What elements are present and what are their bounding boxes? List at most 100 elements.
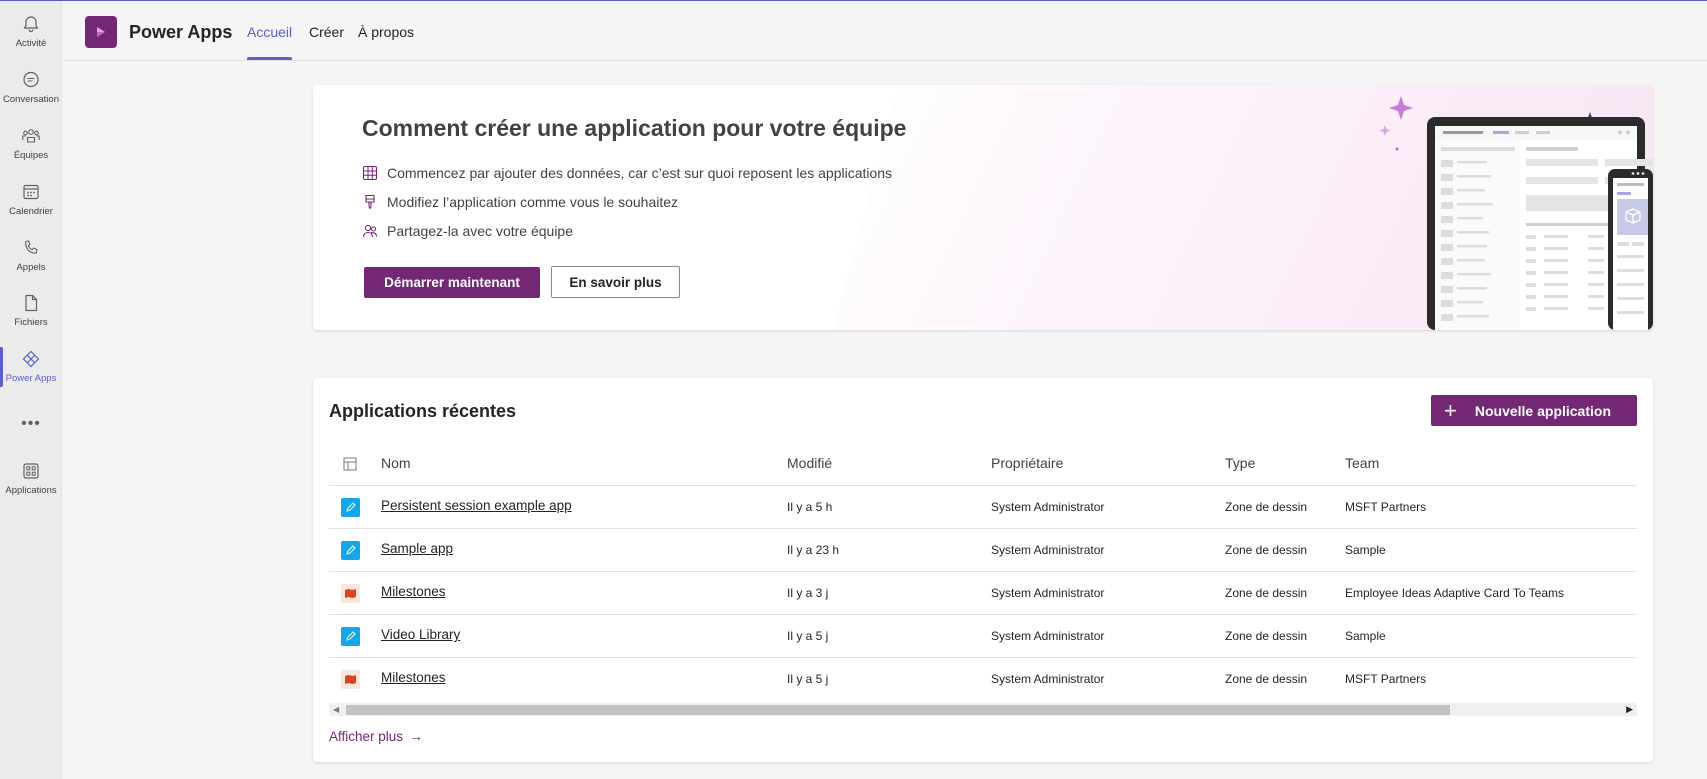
- app-team: Employee Ideas Adaptive Card To Teams: [1345, 586, 1565, 600]
- column-header-owner[interactable]: Propriétaire: [991, 455, 1063, 471]
- bell-icon: [23, 16, 39, 33]
- rail-item-label: Fichiers: [14, 317, 48, 328]
- scroll-left-arrow-icon[interactable]: ◀: [333, 705, 339, 714]
- rail-item-teams[interactable]: Équipes: [0, 118, 62, 170]
- app-name-link[interactable]: Milestones: [381, 670, 446, 685]
- plus-icon: +: [1444, 397, 1457, 423]
- rail-item-applications[interactable]: Applications: [0, 453, 62, 505]
- app-modified: Il y a 3 j: [787, 586, 829, 600]
- scroll-right-arrow-icon[interactable]: ▶: [1626, 704, 1633, 715]
- tab-creer[interactable]: Créer: [309, 24, 344, 40]
- app-team: Sample: [1345, 629, 1386, 643]
- table-row[interactable]: Persistent session example app Il y a 5 …: [329, 486, 1637, 529]
- app-type: Zone de dessin: [1225, 672, 1308, 686]
- rail-item-activity[interactable]: Activité: [0, 6, 62, 58]
- app-type: Zone de dessin: [1225, 629, 1308, 643]
- canvas-app-icon: [341, 627, 360, 646]
- app-team: Sample: [1345, 543, 1386, 557]
- app-type: Zone de dessin: [1225, 543, 1308, 557]
- map-app-icon: [341, 584, 360, 603]
- column-header-modified[interactable]: Modifié: [787, 455, 832, 471]
- rail-item-label: Applications: [5, 485, 57, 496]
- teams-icon: [22, 129, 40, 143]
- apps-grid-icon: [23, 463, 39, 479]
- app-modified: Il y a 5 h: [787, 500, 833, 514]
- table-header: Nom Modifié Propriétaire Type Team: [329, 442, 1637, 486]
- tab-accueil[interactable]: Accueil: [247, 24, 292, 40]
- app-name-link[interactable]: Video Library: [381, 627, 460, 642]
- rail-item-calls[interactable]: Appels: [0, 230, 62, 282]
- getting-started-banner: Comment créer une application pour votre…: [313, 85, 1653, 330]
- app-owner: System Administrator: [991, 672, 1105, 686]
- app-name-link[interactable]: Sample app: [381, 541, 453, 556]
- column-header-type[interactable]: Type: [1225, 455, 1255, 471]
- rail-item-calendar[interactable]: Calendrier: [0, 174, 62, 226]
- table-row[interactable]: Milestones Il y a 5 j System Administrat…: [329, 658, 1637, 701]
- calendar-icon: [23, 184, 39, 200]
- phone-icon: [25, 240, 38, 254]
- banner-step-edit: Modifiez l’application comme vous le sou…: [362, 194, 678, 210]
- banner-title: Comment créer une application pour votre…: [362, 115, 907, 141]
- app-team: MSFT Partners: [1345, 672, 1427, 686]
- app-name-link[interactable]: Milestones: [381, 584, 446, 599]
- recent-apps-title: Applications récentes: [329, 401, 517, 421]
- app-preview-illustration: [1379, 96, 1653, 330]
- rail-item-label: Power Apps: [5, 373, 57, 384]
- table-row[interactable]: Milestones Il y a 3 j System Administrat…: [329, 572, 1637, 615]
- canvas-app-icon: [341, 498, 360, 517]
- file-icon: [25, 294, 38, 312]
- app-type: Zone de dessin: [1225, 500, 1308, 514]
- show-more-label: Afficher plus: [329, 728, 404, 744]
- table-row[interactable]: Video Library Il y a 5 j System Administ…: [329, 615, 1637, 658]
- canvas-app-icon: [341, 541, 360, 560]
- app-title: Power Apps: [129, 22, 233, 42]
- table-icon: [362, 165, 378, 181]
- more-apps-icon[interactable]: •••: [0, 415, 62, 433]
- horizontal-scrollbar[interactable]: ◀ ▶: [329, 703, 1637, 716]
- app-owner: System Administrator: [991, 543, 1105, 557]
- new-app-button[interactable]: + Nouvelle application: [1431, 395, 1637, 426]
- app-team: MSFT Partners: [1345, 500, 1427, 514]
- map-app-icon: [341, 670, 360, 689]
- power-apps-logo: [85, 16, 117, 48]
- rail-item-label: Calendrier: [9, 206, 53, 217]
- new-app-label: Nouvelle application: [1474, 402, 1611, 419]
- rail-item-label: Appels: [16, 262, 46, 273]
- rail-item-files[interactable]: Fichiers: [0, 285, 62, 337]
- paint-brush-icon: [365, 194, 375, 210]
- app-modified: Il y a 23 h: [787, 543, 840, 557]
- arrow-right-icon: →: [409, 728, 424, 744]
- rail-item-label: Activité: [15, 38, 47, 49]
- power-apps-icon: [22, 350, 40, 368]
- column-header-team[interactable]: Team: [1345, 455, 1379, 471]
- start-now-button[interactable]: Démarrer maintenant: [364, 267, 540, 298]
- table-row[interactable]: Sample app Il y a 23 h System Administra…: [329, 529, 1637, 572]
- app-modified: Il y a 5 j: [787, 672, 829, 686]
- banner-step-text: Modifiez l’application comme vous le sou…: [387, 194, 679, 210]
- chat-icon: [23, 71, 39, 88]
- tab-a-propos[interactable]: À propos: [358, 24, 414, 40]
- app-owner: System Administrator: [991, 629, 1105, 643]
- banner-step-text: Commencez par ajouter des données, car c…: [387, 165, 893, 181]
- banner-step-share: Partagez-la avec votre équipe: [362, 223, 573, 239]
- app-name-link[interactable]: Persistent session example app: [381, 498, 572, 513]
- people-icon: [362, 224, 378, 238]
- recent-apps-table: Nom Modifié Propriétaire Type Team Persi…: [329, 442, 1637, 701]
- app-type: Zone de dessin: [1225, 586, 1308, 600]
- scrollbar-thumb[interactable]: [346, 705, 1450, 715]
- show-more-link[interactable]: Afficher plus →: [329, 728, 423, 744]
- rail-item-power-apps[interactable]: Power Apps: [0, 341, 62, 393]
- rail-item-conversation[interactable]: Conversation: [0, 62, 62, 114]
- app-header: Power Apps Accueil Créer À propos: [63, 1, 1707, 61]
- app-rail: Activité Conversation Équipes Calendrier…: [0, 1, 62, 779]
- column-options-icon[interactable]: [343, 457, 357, 471]
- app-modified: Il y a 5 j: [787, 629, 829, 643]
- learn-more-button[interactable]: En savoir plus: [551, 266, 680, 298]
- app-owner: System Administrator: [991, 586, 1105, 600]
- banner-step-text: Partagez-la avec votre équipe: [387, 223, 573, 239]
- recent-apps-panel: Applications récentes + Nouvelle applica…: [313, 378, 1653, 762]
- power-apps-logo-icon: [97, 27, 105, 37]
- active-tab-indicator: [247, 57, 292, 60]
- rail-item-label: Équipes: [13, 150, 49, 161]
- column-header-name[interactable]: Nom: [381, 455, 411, 471]
